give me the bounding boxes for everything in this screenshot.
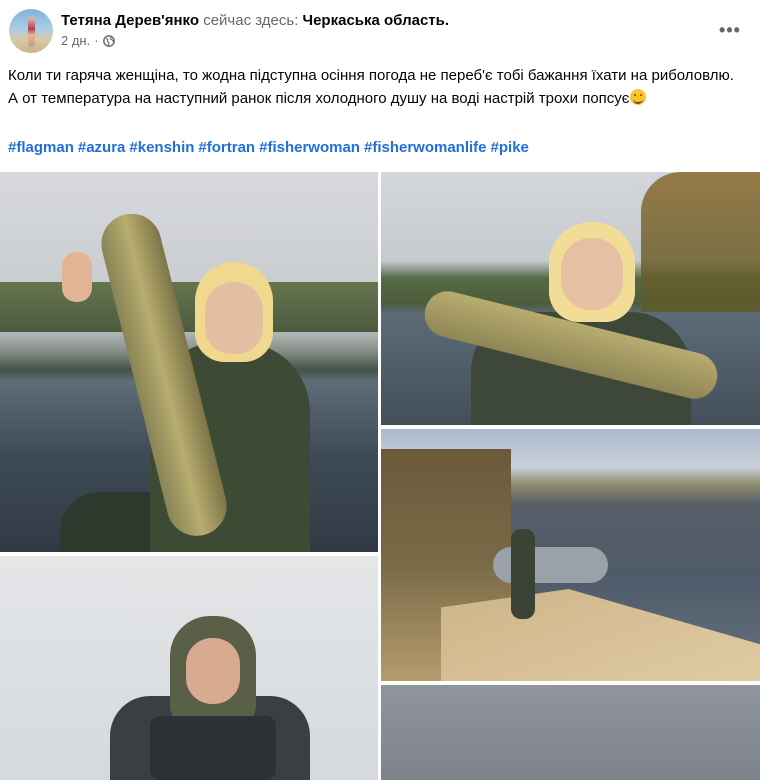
timestamp-link[interactable]: 2 дн. bbox=[61, 33, 90, 48]
more-options-button[interactable]: ••• bbox=[714, 14, 746, 46]
photo-sky-partial[interactable] bbox=[381, 685, 760, 780]
author-line: Тетяна Дерев'янко сейчас здесь: Черкаськ… bbox=[61, 12, 449, 29]
globe-icon[interactable] bbox=[102, 34, 115, 47]
hashtag-link[interactable]: #kenshin bbox=[129, 139, 194, 156]
post-message: Коли ти гаряча женщіна, то жодна підступ… bbox=[8, 64, 748, 110]
photo-pike-river[interactable] bbox=[381, 172, 760, 425]
hashtag-link[interactable]: #fisherwoman bbox=[259, 139, 360, 156]
hashtag-link[interactable]: #fisherwomanlife bbox=[364, 139, 487, 156]
meta-separator: · bbox=[94, 33, 99, 48]
location-link[interactable]: Черкаська область. bbox=[303, 12, 449, 29]
post-meta: 2 дн. · bbox=[61, 33, 115, 48]
hashtag-link[interactable]: #pike bbox=[491, 139, 529, 156]
post-header: Тетяна Дерев'янко сейчас здесь: Черкаськ… bbox=[0, 0, 760, 60]
photo-hooded-portrait[interactable] bbox=[0, 556, 378, 780]
hashtag-link[interactable]: #fortran bbox=[198, 139, 255, 156]
photo-shore-boat[interactable] bbox=[381, 429, 760, 681]
post-message-text: Коли ти гаряча женщіна, то жодна підступ… bbox=[8, 67, 734, 107]
more-options-icon: ••• bbox=[719, 20, 741, 40]
grinning-sweat-emoji-icon bbox=[630, 89, 647, 105]
hashtag-link[interactable]: #flagman bbox=[8, 139, 74, 156]
photo-pike-large[interactable] bbox=[0, 172, 378, 552]
here-text: сейчас здесь: bbox=[203, 12, 299, 29]
author-avatar[interactable] bbox=[9, 9, 53, 53]
hashtag-list: #flagman #azura #kenshin #fortran #fisherwom… bbox=[8, 137, 533, 159]
author-name-link[interactable]: Тетяна Дерев'янко bbox=[61, 12, 199, 29]
hashtag-link[interactable]: #azura bbox=[78, 139, 126, 156]
avatar-figure bbox=[28, 17, 35, 47]
